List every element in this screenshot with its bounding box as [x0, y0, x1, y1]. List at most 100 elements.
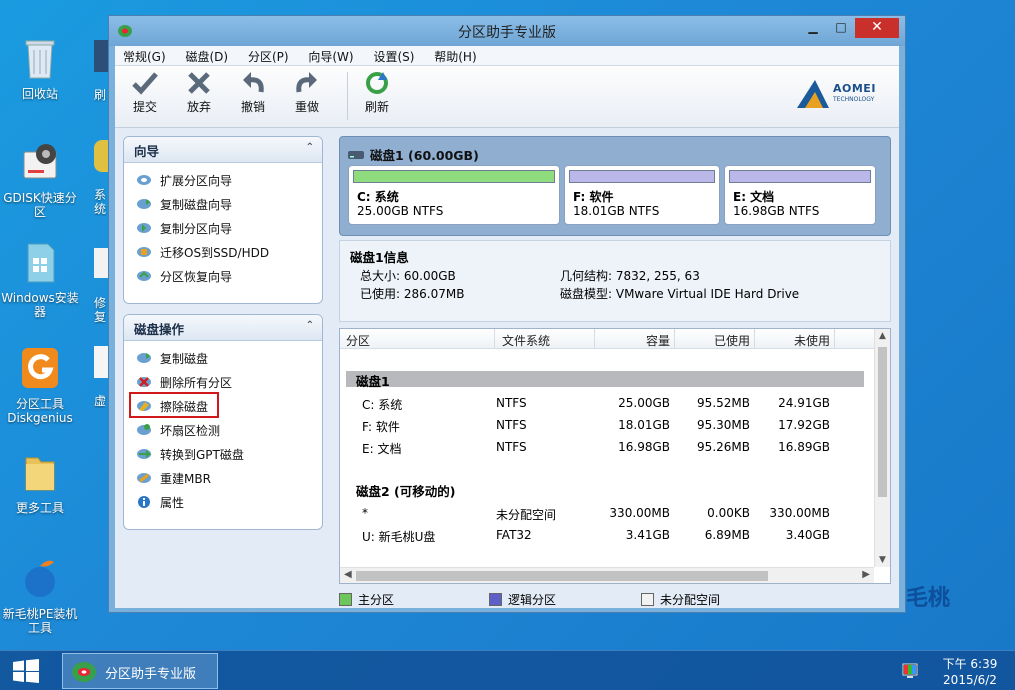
scroll-left-arrow[interactable]: ◀ — [344, 569, 352, 580]
windows-start-icon[interactable] — [12, 659, 40, 683]
op-item-label: 重建MBR — [160, 472, 211, 486]
wizard-partition-recovery[interactable]: 分区恢复向导 — [124, 263, 322, 287]
op-rebuild-mbr[interactable]: 重建MBR — [124, 465, 322, 489]
undo-label: 撤销 — [240, 100, 265, 114]
col-partition[interactable]: 分区 — [346, 332, 370, 349]
col-capacity[interactable]: 容量 — [646, 332, 670, 349]
disk-used: 已使用: 286.07MB — [360, 287, 465, 301]
column-divider — [594, 329, 595, 349]
desktop-icon-partial-1[interactable]: 刷 — [94, 40, 108, 102]
disk-ops-panel-header[interactable]: 磁盘操作 ⌃ — [124, 315, 322, 341]
menu-help[interactable]: 帮助(H) — [426, 46, 484, 65]
scroll-up-arrow[interactable]: ▲ — [875, 331, 890, 341]
desktop-icon-more-tools[interactable]: 更多工具 — [0, 450, 80, 515]
clock-date: 2015/6/2 — [943, 673, 997, 687]
eraser-icon — [137, 401, 151, 411]
desktop-icon-partial-4[interactable]: 虚 — [94, 346, 108, 408]
partition-legend: 主分区 逻辑分区 未分配空间 — [339, 588, 891, 608]
disk-info-title: 磁盘1信息 — [350, 250, 409, 265]
app-window: 分区助手专业版 ▁ □ ✕ 常规(G) 磁盘(D) 分区(P) 向导(W) 设置… — [108, 15, 906, 613]
wizard-item-label: 复制分区向导 — [160, 222, 233, 236]
desktop-icon-label: 新毛桃PE装机工具 — [2, 607, 78, 635]
refresh-label: 刷新 — [364, 100, 389, 114]
collapse-icon[interactable]: ⌃ — [306, 142, 314, 153]
taskbar-app-partition-assistant[interactable]: 分区助手专业版 — [62, 653, 218, 689]
desktop-icon-windows-installer[interactable]: Windows安装器 — [0, 240, 80, 319]
desktop-icon-label: GDISK快速分区 — [3, 191, 77, 219]
cell-filesystem: FAT32 — [496, 528, 532, 542]
op-item-label: 转换到GPT磁盘 — [160, 448, 244, 462]
display-tray-icon[interactable] — [902, 663, 918, 679]
desktop-icon-pe-tool[interactable]: 新毛桃PE装机工具 — [0, 556, 80, 635]
cell-used: 95.30MB — [697, 418, 750, 432]
menu-wizard[interactable]: 向导(W) — [300, 46, 361, 65]
taskbar: 分区助手专业版 下午 6:39 2015/6/2 — [0, 650, 1015, 690]
desktop-icon-recycle-bin[interactable]: 回收站 — [0, 36, 80, 101]
redo-button[interactable]: 重做 — [285, 70, 329, 115]
col-free[interactable]: 未使用 — [794, 332, 830, 349]
scroll-thumb[interactable] — [878, 347, 887, 497]
minimize-button[interactable]: ▁ — [799, 18, 827, 38]
op-delete-all-partitions[interactable]: 删除所有分区 — [124, 369, 322, 393]
wizard-copy-disk[interactable]: 复制磁盘向导 — [124, 191, 322, 215]
col-used[interactable]: 已使用 — [714, 332, 750, 349]
watermark-text: 毛桃 — [906, 586, 951, 611]
vertical-scrollbar[interactable]: ▲ ▼ — [874, 329, 890, 567]
cell-free: 17.92GB — [778, 418, 830, 432]
peach-icon — [25, 560, 55, 597]
legend-swatch-unallocated — [641, 593, 654, 606]
op-copy-disk[interactable]: 复制磁盘 — [124, 345, 322, 369]
table-row[interactable]: * 未分配空间 330.00MB 0.00KB 330.00MB — [340, 503, 870, 525]
desktop-icon-label: Windows安装器 — [1, 291, 79, 319]
table-row[interactable]: F: 软件 NTFS 18.01GB 95.30MB 17.92GB — [340, 415, 870, 437]
desktop-icon-gdisk[interactable]: GDISK快速分区 — [0, 140, 80, 219]
partition-block-e[interactable]: E: 文档 16.98GB NTFS — [724, 165, 876, 225]
partition-block-c[interactable]: C: 系统 25.00GB NTFS — [348, 165, 560, 225]
desktop-icon-diskgenius[interactable]: 分区工具Diskgenius — [0, 346, 80, 425]
discard-button[interactable]: 放弃 — [177, 70, 221, 115]
collapse-icon[interactable]: ⌃ — [306, 320, 314, 331]
op-bad-sector-check[interactable]: 坏扇区检测 — [124, 417, 322, 441]
cell-used: 95.26MB — [697, 440, 750, 454]
desktop-icon-partial-3[interactable]: 修复 — [94, 248, 108, 324]
disk-map-label[interactable]: 磁盘1 (60.00GB) — [348, 145, 479, 164]
col-filesystem[interactable]: 文件系统 — [502, 332, 550, 349]
op-wipe-disk[interactable]: 擦除磁盘 — [129, 392, 219, 418]
group-row-disk2[interactable]: 磁盘2 (可移动的) — [346, 481, 864, 499]
wizard-migrate-os[interactable]: 迁移OS到SSD/HDD — [124, 239, 322, 263]
op-convert-gpt[interactable]: 转换到GPT磁盘 — [124, 441, 322, 465]
undo-button[interactable]: 撤销 — [231, 70, 275, 115]
folder-icon — [25, 457, 55, 491]
refresh-button[interactable]: 刷新 — [355, 70, 399, 115]
commit-button[interactable]: 提交 — [123, 70, 167, 115]
redo-arrow-icon — [296, 72, 317, 93]
op-properties[interactable]: 属性 — [124, 489, 322, 513]
table-row[interactable]: C: 系统 NTFS 25.00GB 95.52MB 24.91GB — [340, 393, 870, 415]
menu-partition[interactable]: 分区(P) — [240, 46, 297, 65]
maximize-button[interactable]: □ — [827, 18, 855, 38]
copy-partition-icon — [137, 223, 151, 233]
op-item-label: 擦除磁盘 — [160, 400, 209, 414]
scroll-right-arrow[interactable]: ▶ — [862, 569, 870, 580]
cell-filesystem: 未分配空间 — [496, 508, 557, 522]
menu-settings[interactable]: 设置(S) — [365, 46, 422, 65]
system-clock[interactable]: 下午 6:39 2015/6/2 — [938, 656, 1002, 688]
wizard-extend-partition[interactable]: 扩展分区向导 — [124, 167, 322, 191]
scroll-thumb[interactable] — [356, 571, 768, 581]
horizontal-scrollbar[interactable]: ◀ ▶ — [340, 567, 874, 583]
table-row[interactable]: U: 新毛桃U盘 FAT32 3.41GB 6.89MB 3.40GB — [340, 525, 870, 547]
close-button[interactable]: ✕ — [855, 18, 899, 38]
partition-block-f[interactable]: F: 软件 18.01GB NTFS — [564, 165, 720, 225]
table-row[interactable]: E: 文档 NTFS 16.98GB 95.26MB 16.89GB — [340, 437, 870, 459]
hard-disk-icon — [348, 151, 364, 159]
menu-general[interactable]: 常规(G) — [115, 46, 174, 65]
title-bar[interactable]: 分区助手专业版 ▁ □ ✕ — [109, 16, 905, 46]
menu-disk[interactable]: 磁盘(D) — [178, 46, 237, 65]
refresh-icon — [366, 72, 388, 94]
wizard-panel-header[interactable]: 向导 ⌃ — [124, 137, 322, 163]
desktop-icon-partial-2[interactable]: 系统 — [94, 140, 108, 216]
wizard-copy-partition[interactable]: 复制分区向导 — [124, 215, 322, 239]
wizard-item-label: 迁移OS到SSD/HDD — [160, 246, 270, 260]
scroll-down-arrow[interactable]: ▼ — [875, 555, 890, 565]
group-row-disk1[interactable]: 磁盘1 — [346, 371, 864, 389]
